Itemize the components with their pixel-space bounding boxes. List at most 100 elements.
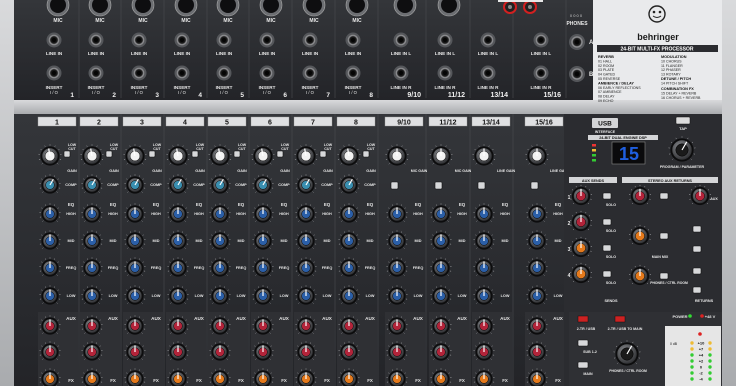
level-button[interactable] bbox=[390, 181, 399, 190]
line-in-l-jack[interactable] bbox=[480, 32, 496, 48]
insert-jack[interactable] bbox=[131, 65, 147, 81]
low-cut-label-2: CUT bbox=[68, 147, 76, 151]
returns-main-button[interactable] bbox=[692, 245, 702, 253]
io-channel-number: 8 bbox=[369, 92, 373, 99]
meter-level-label: +4 bbox=[699, 353, 704, 358]
fx-group-ambience: AMBIENCE / DELAY bbox=[598, 81, 634, 85]
line-in-label: LINE IN bbox=[302, 51, 319, 56]
aux-send-solo-button[interactable] bbox=[602, 218, 612, 226]
low-cut-label-2: CUT bbox=[367, 147, 375, 151]
low-cut-button[interactable] bbox=[362, 150, 370, 158]
insert-jack[interactable] bbox=[174, 65, 190, 81]
eq-mid-label: MID bbox=[238, 239, 245, 243]
aux-return-button[interactable] bbox=[659, 272, 669, 280]
line-in-jack[interactable] bbox=[302, 32, 318, 48]
fx-label: FX bbox=[153, 378, 159, 383]
channel-number: 9/10 bbox=[397, 120, 411, 127]
fx-label: FX bbox=[281, 378, 287, 383]
line-in-r-jack[interactable] bbox=[437, 65, 453, 81]
to-aux-label: AUX bbox=[710, 197, 718, 201]
low-cut-button[interactable] bbox=[105, 150, 113, 158]
eq-label: EQ bbox=[367, 202, 374, 207]
returns-solo-button-2[interactable] bbox=[692, 286, 702, 294]
fx-group-reverb: REVERB bbox=[598, 55, 614, 59]
level-button[interactable] bbox=[434, 181, 443, 190]
line-in-jack[interactable] bbox=[259, 32, 275, 48]
two-track-usb-button[interactable] bbox=[577, 315, 589, 323]
line-in-r-jack[interactable] bbox=[393, 65, 409, 81]
level-button[interactable] bbox=[530, 181, 539, 190]
phones-jack-b[interactable] bbox=[569, 66, 585, 82]
low-cut-button[interactable] bbox=[148, 150, 156, 158]
phones-jack-a[interactable] bbox=[569, 34, 585, 50]
usb-badge: USB INTERFACE bbox=[592, 118, 618, 134]
low-cut-button[interactable] bbox=[63, 150, 71, 158]
mic-label: MIC bbox=[223, 18, 233, 24]
tap-button[interactable] bbox=[675, 116, 691, 125]
tap-label: TAP bbox=[679, 126, 687, 131]
returns-solo-button[interactable] bbox=[692, 225, 702, 233]
main-button[interactable] bbox=[577, 361, 589, 369]
phones-a-label: A bbox=[589, 40, 594, 46]
line-in-jack[interactable] bbox=[216, 32, 232, 48]
insert-jack[interactable] bbox=[216, 65, 232, 81]
power-led bbox=[688, 314, 692, 318]
insert-jack[interactable] bbox=[302, 65, 318, 81]
insert-jack[interactable] bbox=[259, 65, 275, 81]
gain-label: MIC GAIN bbox=[411, 169, 428, 173]
meter-led-right bbox=[708, 359, 712, 363]
insert-jack[interactable] bbox=[46, 65, 62, 81]
line-in-l-label: LINE IN L bbox=[531, 51, 552, 56]
low-cut-button[interactable] bbox=[276, 150, 284, 158]
io-channel-number: 2 bbox=[112, 92, 116, 99]
usb-sub-label: INTERFACE bbox=[595, 130, 616, 134]
line-in-r-jack[interactable] bbox=[480, 65, 496, 81]
meter-led-left bbox=[690, 347, 694, 351]
sub12-button[interactable] bbox=[577, 339, 589, 347]
returns-phones-button[interactable] bbox=[692, 267, 702, 275]
two-track-to-main-button[interactable] bbox=[614, 315, 626, 323]
io-label: I / O bbox=[92, 90, 101, 95]
line-in-l-jack[interactable] bbox=[393, 32, 409, 48]
program-label: PROGRAM / PARAMETER bbox=[660, 165, 705, 169]
aux-send-solo-button[interactable] bbox=[602, 270, 612, 278]
line-in-jack[interactable] bbox=[88, 32, 104, 48]
eq-label: EQ bbox=[281, 202, 288, 207]
line-in-label: LINE IN bbox=[345, 51, 362, 56]
aux-return-button[interactable] bbox=[659, 232, 669, 240]
aux-label: AUX bbox=[500, 316, 511, 321]
rca-input[interactable] bbox=[523, 0, 537, 14]
comp-label: COMP bbox=[321, 183, 333, 187]
line-in-jack[interactable] bbox=[174, 32, 190, 48]
fx-preset-item: 16 CHORUS + REVERB bbox=[661, 96, 701, 100]
eq-mid-label: MID bbox=[153, 239, 160, 243]
low-cut-button[interactable] bbox=[319, 150, 327, 158]
line-in-jack[interactable] bbox=[345, 32, 361, 48]
aux-return-button[interactable] bbox=[659, 192, 669, 200]
aux-send-solo-button[interactable] bbox=[602, 192, 612, 200]
rca-input[interactable] bbox=[503, 0, 517, 14]
mic-label: MIC bbox=[138, 18, 148, 24]
low-cut-button[interactable] bbox=[191, 150, 199, 158]
insert-jack[interactable] bbox=[345, 65, 361, 81]
level-button[interactable] bbox=[477, 181, 486, 190]
eq-label: EQ bbox=[415, 202, 422, 207]
eq-high-label: HIGH bbox=[457, 212, 467, 216]
aux-send-solo-button[interactable] bbox=[602, 244, 612, 252]
eq-high-label: HIGH bbox=[66, 212, 76, 216]
line-in-r-jack[interactable] bbox=[533, 65, 549, 81]
line-in-jack[interactable] bbox=[131, 32, 147, 48]
fx-preset-item: 04 GATED bbox=[598, 73, 616, 77]
line-in-l-jack[interactable] bbox=[533, 32, 549, 48]
mic-label: MIC bbox=[352, 18, 362, 24]
line-in-jack[interactable] bbox=[46, 32, 62, 48]
eq-low-label: LOW bbox=[458, 294, 467, 298]
line-in-l-jack[interactable] bbox=[437, 32, 453, 48]
eq-low-label: LOW bbox=[280, 294, 289, 298]
fx-label: FX bbox=[459, 378, 465, 383]
line-in-r-label: LINE IN R bbox=[391, 85, 413, 90]
right-side-rail bbox=[722, 0, 736, 386]
insert-jack[interactable] bbox=[88, 65, 104, 81]
fx-preset-item: 13 ROTARY bbox=[661, 73, 681, 77]
low-cut-button[interactable] bbox=[233, 150, 241, 158]
